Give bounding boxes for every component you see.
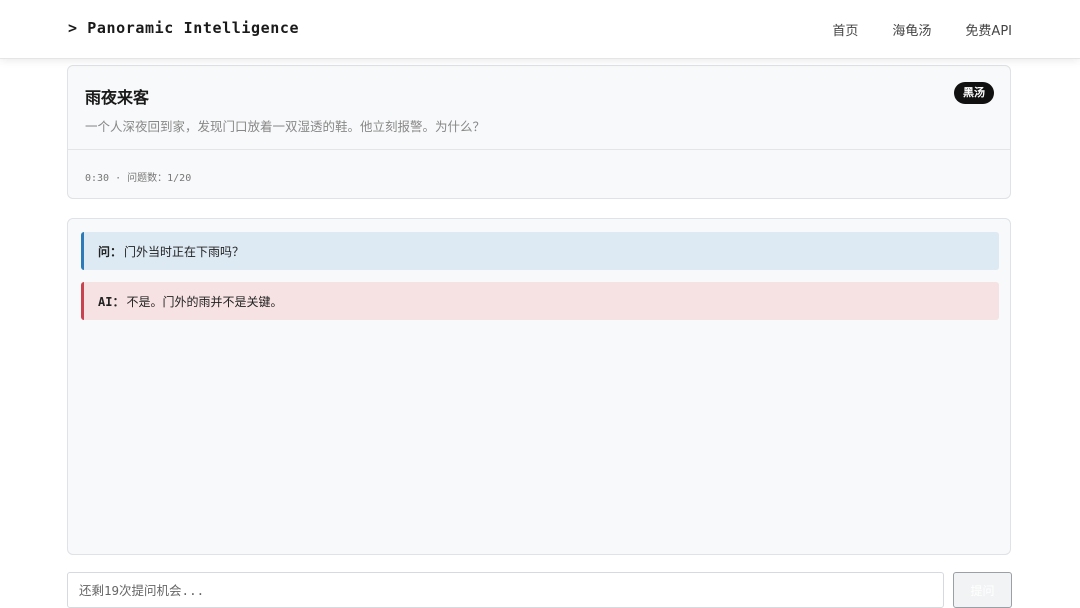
nav-link-free-api[interactable]: 免费API: [965, 20, 1012, 39]
main-nav: 首页 海龟汤 免费API: [832, 20, 1012, 39]
ai-prefix: AI：: [98, 294, 125, 309]
question-message: 问： 门外当时正在下雨吗？: [81, 232, 999, 270]
puzzle-card: 雨夜来客 黑汤 一个人深夜回到家，发现门口放着一双湿透的鞋。他立刻报警。为什么？…: [67, 65, 1011, 199]
puzzle-description: 一个人深夜回到家，发现门口放着一双湿透的鞋。他立刻报警。为什么？: [85, 119, 486, 134]
page-content: 雨夜来客 黑汤 一个人深夜回到家，发现门口放着一双湿透的鞋。他立刻报警。为什么？…: [0, 58, 1080, 608]
puzzle-title: 雨夜来客: [85, 88, 150, 107]
site-brand[interactable]: > Panoramic Intelligence: [68, 19, 299, 37]
question-input[interactable]: [67, 572, 944, 608]
card-divider: [68, 149, 1010, 150]
puzzle-type-badge: 黑汤: [954, 82, 994, 104]
ai-answer-message: AI： 不是。门外的雨并不是关键。: [81, 282, 999, 320]
question-text: 门外当时正在下雨吗？: [124, 244, 245, 259]
question-input-row: 提问: [67, 572, 1013, 608]
ai-answer-text: 不是。门外的雨并不是关键。: [126, 294, 283, 309]
question-prefix: 问：: [98, 244, 123, 259]
nav-link-turtle-soup[interactable]: 海龟汤: [892, 20, 931, 39]
ask-button[interactable]: 提问: [953, 572, 1012, 608]
timer-and-question-count: 0:30 · 问题数：1/20: [85, 173, 192, 184]
chat-log[interactable]: 问： 门外当时正在下雨吗？ AI： 不是。门外的雨并不是关键。: [67, 218, 1011, 555]
nav-link-home[interactable]: 首页: [832, 20, 858, 39]
top-navigation-bar: > Panoramic Intelligence 首页 海龟汤 免费API: [0, 0, 1080, 59]
